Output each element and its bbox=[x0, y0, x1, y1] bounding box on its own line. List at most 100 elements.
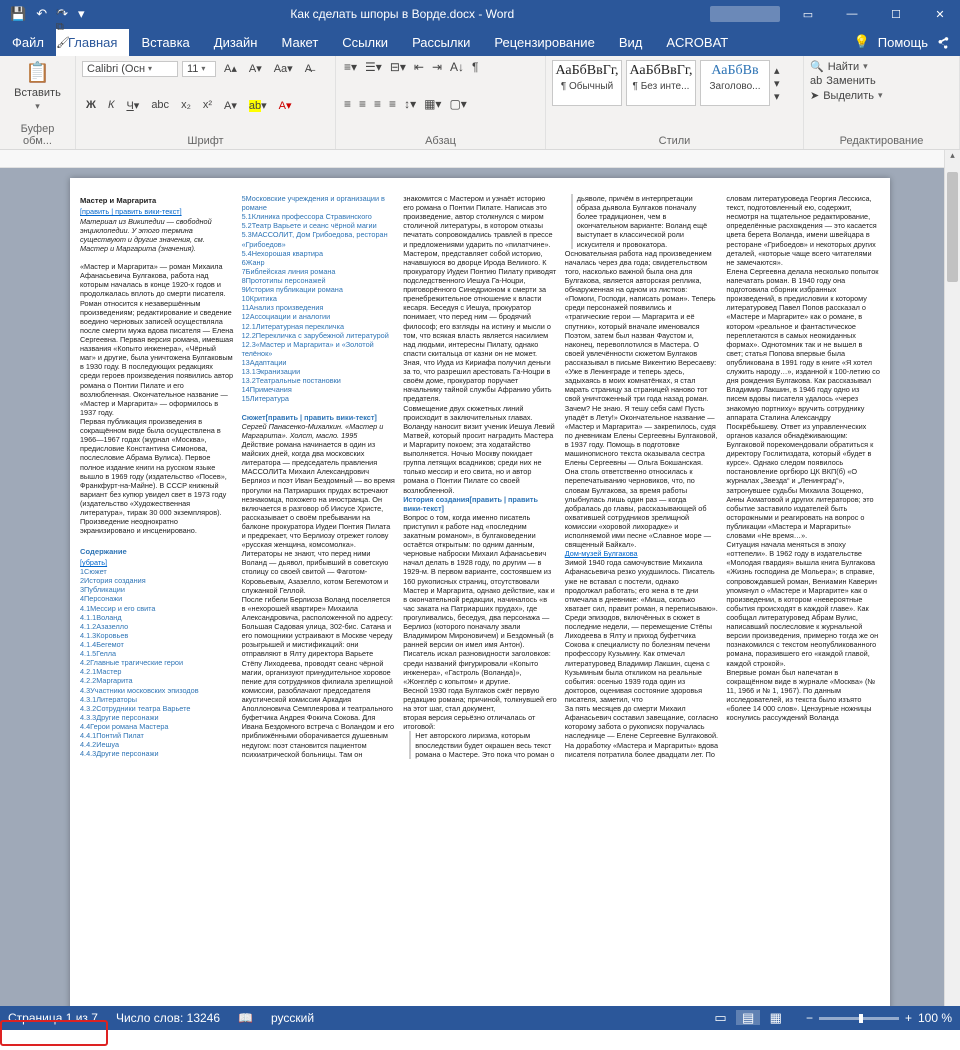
document-area[interactable]: Мастер и Маргарита [править | править ви… bbox=[0, 168, 960, 1006]
read-mode-button[interactable]: ▭ bbox=[708, 1010, 732, 1025]
maximize-button[interactable]: ☐ bbox=[876, 8, 916, 21]
toc-item[interactable]: 5.1Клиника профессора Стравинского bbox=[242, 212, 396, 221]
tab-references[interactable]: Ссылки bbox=[330, 29, 400, 56]
toc-item[interactable]: 1Сюжет bbox=[80, 567, 234, 576]
copy-button[interactable]: ⧉ bbox=[56, 21, 70, 34]
clear-formatting-button[interactable]: A̶ bbox=[301, 61, 316, 77]
zoom-level[interactable]: 100 % bbox=[918, 1011, 952, 1025]
font-size-select[interactable]: 11 bbox=[182, 61, 216, 77]
scrollbar-thumb[interactable] bbox=[947, 172, 958, 282]
qat-more-button[interactable]: ▾ bbox=[78, 6, 85, 22]
toc-item[interactable]: 5Московские учреждения и организации в р… bbox=[242, 194, 396, 212]
zoom-out-button[interactable]: − bbox=[806, 1011, 813, 1025]
numbering-button[interactable]: ☰▾ bbox=[363, 60, 384, 74]
toc-item[interactable]: 4.4.2Иешуа bbox=[80, 740, 234, 749]
bullets-button[interactable]: ≡▾ bbox=[342, 60, 359, 74]
toc-item[interactable]: 12.3«Мастер и Маргарита» и «Золотой телё… bbox=[242, 340, 396, 358]
toc-item[interactable]: 4.3Участники московских эпизодов bbox=[80, 686, 234, 695]
toc-item[interactable]: 4.1.5Гелла bbox=[80, 649, 234, 658]
toc-item[interactable]: 9История публикации романа bbox=[242, 285, 396, 294]
paste-button[interactable]: 📋 Вставить ▾ bbox=[6, 60, 69, 112]
font-color-button[interactable]: A▾ bbox=[275, 97, 296, 114]
subscript-button[interactable]: x₂ bbox=[177, 97, 195, 113]
toc-item[interactable]: 10Критика bbox=[242, 294, 396, 303]
toc-item[interactable]: 4.1.2Азазелло bbox=[80, 622, 234, 631]
toc-hide-link[interactable]: [убрать] bbox=[80, 558, 107, 567]
link[interactable]: Дом-музей Булгакова bbox=[565, 549, 638, 558]
styles-down-button[interactable]: ▾ bbox=[774, 77, 780, 90]
borders-button[interactable]: ▢▾ bbox=[447, 97, 468, 111]
justify-button[interactable]: ≡ bbox=[387, 97, 398, 111]
style-normal[interactable]: АаБбВвГг, ¶ Обычный bbox=[552, 60, 622, 106]
grow-font-button[interactable]: A▴ bbox=[220, 60, 241, 77]
superscript-button[interactable]: x² bbox=[199, 97, 216, 113]
toc-item[interactable]: 13.2Театральные постановки bbox=[242, 376, 396, 385]
tab-view[interactable]: Вид bbox=[607, 29, 655, 56]
toc-item[interactable]: 12Ассоциации и аналогии bbox=[242, 312, 396, 321]
toc-item[interactable]: 15Литература bbox=[242, 394, 396, 403]
share-button[interactable] bbox=[936, 34, 950, 50]
toc-item[interactable]: 4.2Главные трагические герои bbox=[80, 658, 234, 667]
save-button[interactable]: 💾 bbox=[10, 6, 26, 22]
status-language[interactable]: русский bbox=[271, 1011, 314, 1025]
zoom-in-button[interactable]: + bbox=[905, 1011, 912, 1025]
line-spacing-button[interactable]: ↕▾ bbox=[402, 97, 418, 111]
tab-acrobat[interactable]: ACROBAT bbox=[654, 29, 740, 56]
decrease-indent-button[interactable]: ⇤ bbox=[412, 60, 426, 74]
vertical-scrollbar[interactable] bbox=[944, 168, 960, 1006]
toc-item[interactable]: 4.4.1Понтий Пилат bbox=[80, 731, 234, 740]
tell-me-button[interactable]: Помощь bbox=[878, 35, 928, 50]
styles-more-button[interactable]: ▾ bbox=[774, 90, 780, 103]
style-heading1[interactable]: АаБбВв Заголово... bbox=[700, 60, 770, 106]
toc-item[interactable]: 2История создания bbox=[80, 576, 234, 585]
show-marks-button[interactable]: ¶ bbox=[470, 60, 480, 74]
toc-item[interactable]: 4.3.2Сотрудники театра Варьете bbox=[80, 704, 234, 713]
cut-button[interactable]: ✂ bbox=[56, 6, 70, 19]
align-left-button[interactable]: ≡ bbox=[342, 97, 353, 111]
tab-file[interactable]: Файл bbox=[0, 29, 56, 56]
toc-item[interactable]: 12.1Литературная перекличка bbox=[242, 322, 396, 331]
toc-item[interactable]: 7Библейская линия романа bbox=[242, 267, 396, 276]
find-button[interactable]: 🔍Найти ▾ bbox=[810, 60, 953, 73]
toc-item[interactable]: 4.1.4Бегемот bbox=[80, 640, 234, 649]
scroll-up-button[interactable]: ▴ bbox=[944, 150, 960, 168]
toc-item[interactable]: 4.3.3Другие персонажи bbox=[80, 713, 234, 722]
strike-button[interactable]: abc bbox=[147, 97, 173, 113]
tab-design[interactable]: Дизайн bbox=[202, 29, 270, 56]
toc-item[interactable]: 12.2Перекличка с зарубежной литературой bbox=[242, 331, 396, 340]
format-painter-button[interactable]: 🖌 bbox=[56, 36, 70, 49]
toc-item[interactable]: 13Адаптации bbox=[242, 358, 396, 367]
style-no-spacing[interactable]: АаБбВвГг, ¶ Без инте... bbox=[626, 60, 696, 106]
tab-mailings[interactable]: Рассылки bbox=[400, 29, 482, 56]
bold-button[interactable]: Ж bbox=[82, 97, 100, 113]
toc-item[interactable]: 4.2.2Маргарита bbox=[80, 676, 234, 685]
change-case-button[interactable]: Aa▾ bbox=[270, 60, 297, 77]
toc-item[interactable]: 6Жанр bbox=[242, 258, 396, 267]
toc-item[interactable]: 4Персонажи bbox=[80, 594, 234, 603]
document-body[interactable]: Мастер и Маргарита [править | править ви… bbox=[80, 194, 880, 759]
undo-button[interactable]: ↶ bbox=[36, 6, 47, 22]
toc-item[interactable]: 4.3.1Литераторы bbox=[80, 695, 234, 704]
underline-button[interactable]: Ч▾ bbox=[122, 97, 143, 114]
font-name-select[interactable]: Calibri (Осн bbox=[82, 61, 178, 77]
toc-item[interactable]: 4.2.1Мастер bbox=[80, 667, 234, 676]
toc-item[interactable]: 5.3МАССОЛИТ, Дом Грибоедова, ресторан «Г… bbox=[242, 230, 396, 248]
toc-item[interactable]: 8Прототипы персонажей bbox=[242, 276, 396, 285]
toc-item[interactable]: 4.1.1Воланд bbox=[80, 613, 234, 622]
toc-item[interactable]: 5.4Нехорошая квартира bbox=[242, 249, 396, 258]
align-right-button[interactable]: ≡ bbox=[372, 97, 383, 111]
text-effects-button[interactable]: A▾ bbox=[220, 97, 241, 114]
toc-item[interactable]: 4.1.3Коровьев bbox=[80, 631, 234, 640]
italic-button[interactable]: К bbox=[104, 97, 118, 113]
close-button[interactable]: ✕ bbox=[920, 8, 960, 21]
replace-button[interactable]: abЗаменить bbox=[810, 75, 953, 87]
print-layout-button[interactable]: ▤ bbox=[736, 1010, 760, 1025]
toc-item[interactable]: 14Примечания bbox=[242, 385, 396, 394]
highlight-button[interactable]: ab▾ bbox=[245, 97, 271, 114]
minimize-button[interactable]: — bbox=[832, 8, 872, 21]
tab-layout[interactable]: Макет bbox=[269, 29, 330, 56]
toc-item[interactable]: 11Анализ произведения bbox=[242, 303, 396, 312]
proofing-icon[interactable]: 📖 bbox=[238, 1011, 253, 1025]
toc-item[interactable]: 4.4Герои романа Мастера bbox=[80, 722, 234, 731]
multilevel-button[interactable]: ⊟▾ bbox=[388, 60, 408, 74]
